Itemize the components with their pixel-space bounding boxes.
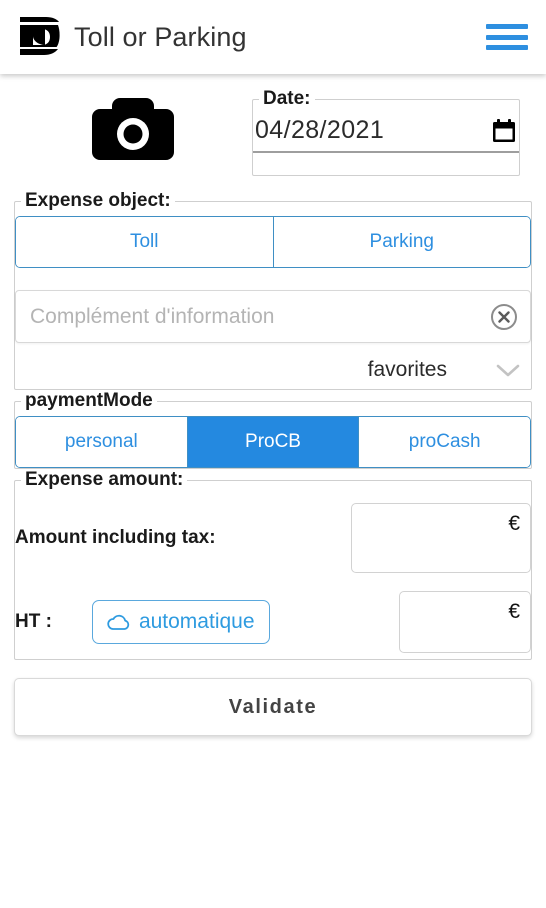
hamburger-menu-icon[interactable]: [486, 22, 528, 52]
page-title: Toll or Parking: [74, 21, 247, 52]
calendar-icon[interactable]: [491, 118, 517, 144]
amount-including-tax-field[interactable]: €: [351, 503, 531, 573]
amount-including-tax-row: Amount including tax: €: [15, 501, 531, 575]
expense-amount-fieldset: Expense amount: Amount including tax: € …: [14, 469, 532, 660]
favorites-label: favorites: [367, 358, 447, 381]
hamburger-bar: [486, 24, 528, 29]
complement-input[interactable]: [16, 304, 530, 329]
camera-icon[interactable]: [90, 94, 176, 160]
payment-option-procash[interactable]: proCash: [358, 417, 530, 467]
expense-object-legend: Expense object:: [25, 190, 171, 211]
automatique-label: automatique: [138, 610, 255, 633]
capture-and-date-row: Date: 04/28/2021: [0, 74, 546, 178]
amount-including-tax-input[interactable]: [352, 504, 530, 572]
date-value[interactable]: 04/28/2021: [255, 116, 491, 145]
ht-amount-field[interactable]: €: [399, 591, 531, 653]
ht-label: HT :: [15, 611, 52, 632]
ht-amount-input[interactable]: [400, 592, 530, 652]
complement-input-wrapper: [15, 290, 531, 343]
page-body: Date: 04/28/2021 Expense object: Toll Pa…: [0, 74, 546, 736]
expense-amount-legend: Expense amount:: [25, 469, 184, 490]
payment-option-procb[interactable]: ProCB: [186, 417, 359, 467]
validate-button[interactable]: Validate: [14, 678, 532, 736]
hamburger-bar: [486, 45, 528, 50]
expense-option-toll[interactable]: Toll: [16, 217, 273, 267]
ht-row: HT : automatique €: [15, 585, 531, 659]
expense-option-parking[interactable]: Parking: [272, 217, 530, 267]
camera-cell: [14, 88, 252, 160]
hamburger-bar: [486, 34, 528, 40]
cloud-icon: [107, 614, 130, 630]
payment-mode-legend: paymentMode: [25, 390, 153, 411]
date-fieldset: Date: 04/28/2021: [252, 88, 520, 176]
expense-object-segmented-control: Toll Parking: [15, 216, 531, 268]
date-input-row[interactable]: 04/28/2021: [253, 114, 519, 153]
app-logo-icon: [20, 17, 60, 55]
clear-circle-icon[interactable]: [490, 303, 518, 331]
chevron-down-icon[interactable]: [495, 362, 521, 378]
payment-mode-segmented-control: personal ProCB proCash: [15, 416, 531, 468]
payment-mode-fieldset: paymentMode personal ProCB proCash: [14, 390, 532, 469]
payment-option-personal[interactable]: personal: [16, 417, 187, 467]
favorites-dropdown[interactable]: favorites: [15, 351, 531, 389]
amount-including-tax-label: Amount including tax:: [15, 527, 216, 548]
automatique-button[interactable]: automatique: [91, 600, 270, 644]
expense-object-section: Expense object: Toll Parking favorites: [14, 190, 532, 660]
date-legend: Date:: [263, 88, 311, 109]
expense-object-fieldset: Expense object: Toll Parking favorites: [14, 190, 532, 390]
app-header: Toll or Parking: [0, 0, 546, 74]
